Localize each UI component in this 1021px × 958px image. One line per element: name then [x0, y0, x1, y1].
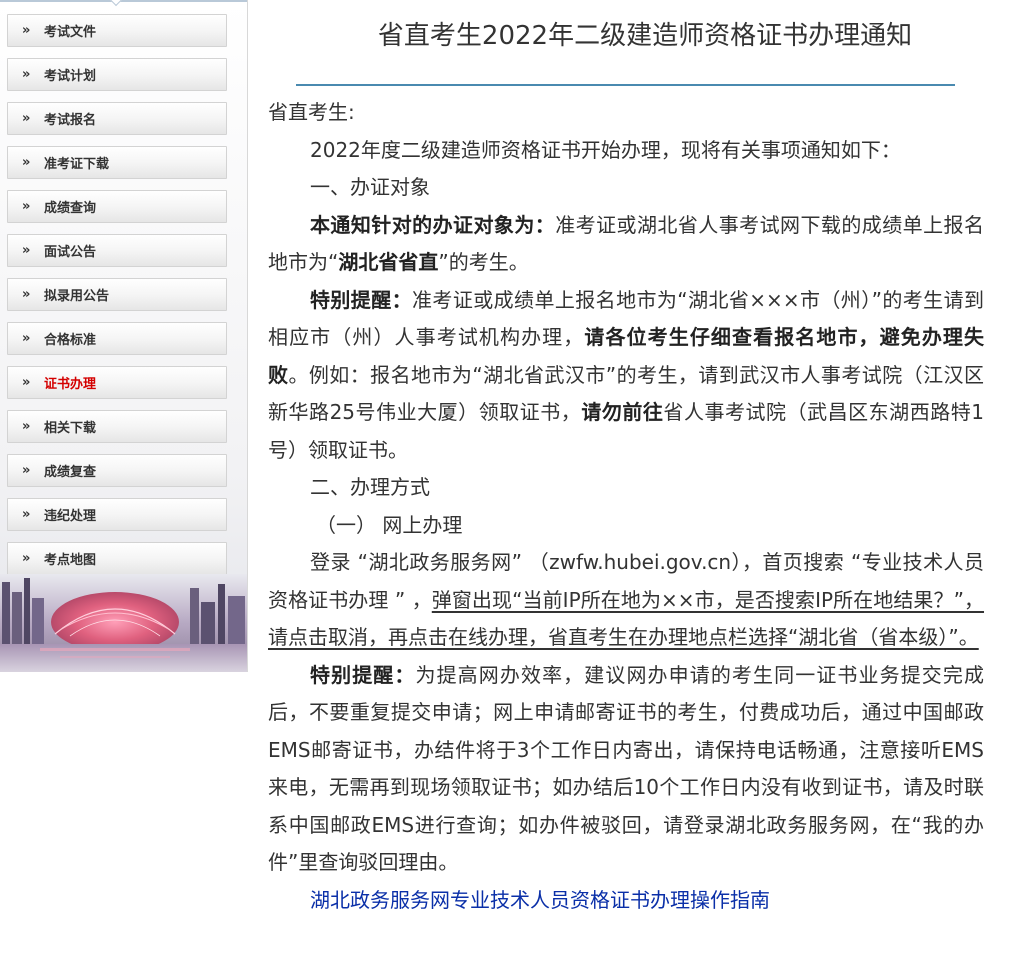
online-paragraph: 登录 “湖北政务服务网” （zwfw.hubei.gov.cn），首页搜索 “专…	[268, 544, 984, 657]
double-chevron-right-icon: »	[22, 111, 31, 126]
double-chevron-right-icon: »	[22, 419, 31, 434]
sidebar-item-label: 证书办理	[44, 377, 97, 392]
sidebar-item-9[interactable]: » 证书办理	[7, 366, 227, 399]
sidebar-notch	[109, 0, 123, 8]
bold-text: 本通知针对的办证对象为：	[310, 212, 556, 237]
double-chevron-right-icon: »	[22, 243, 31, 258]
double-chevron-right-icon: »	[22, 375, 31, 390]
bold-text: 湖北省省直	[338, 250, 439, 274]
sidebar-item-label: 考试计划	[44, 69, 97, 84]
sidebar-item-label: 面试公告	[44, 245, 97, 260]
sidebar-item-8[interactable]: » 合格标准	[7, 322, 227, 355]
greeting: 省直考生:	[268, 100, 355, 124]
sidebar-item-13[interactable]: » 考点地图	[7, 542, 227, 575]
sidebar-top-border	[0, 0, 247, 2]
sidebar-menu: » 考试文件 » 考试计划 » 考试报名 » 准考证下载 » 成绩查询 » 面试公告 » 拟录用公告 » 合格…	[7, 14, 227, 586]
sidebar-item-label: 拟录用公告	[44, 289, 110, 304]
sidebar-item-7[interactable]: » 拟录用公告	[7, 278, 227, 311]
section-heading-1: 一、办证对象	[310, 175, 430, 199]
sidebar-item-3[interactable]: » 考试报名	[7, 102, 227, 135]
sidebar-item-label: 考点地图	[44, 553, 97, 568]
sidebar-item-label: 成绩查询	[44, 201, 97, 216]
double-chevron-right-icon: »	[22, 331, 31, 346]
double-chevron-right-icon: »	[22, 463, 31, 478]
bold-text: 请勿前往	[581, 400, 664, 424]
guide-paragraph: 湖北政务服务网专业技术人员资格证书办理操作指南	[268, 882, 984, 920]
sidebar-item-11[interactable]: » 成绩复查	[7, 454, 227, 487]
target-paragraph: 本通知针对的办证对象为：准考证或湖北省人事考试网下载的成绩单上报名地市为“湖北省…	[268, 207, 984, 282]
title-divider	[296, 84, 955, 86]
reminder-paragraph-2: 特别提醒：为提高网办效率，建议网办申请的考生同一证书业务提交完成后，不要重复提交…	[268, 657, 984, 882]
page-title: 省直考生2022年二级建造师资格证书办理通知	[377, 21, 913, 51]
sidebar-item-5[interactable]: » 成绩查询	[7, 190, 227, 223]
double-chevron-right-icon: »	[22, 551, 31, 566]
section-heading-2: 二、办理方式	[310, 475, 430, 499]
bold-text: 特别提醒：	[310, 662, 416, 687]
sidebar-item-12[interactable]: » 违纪处理	[7, 498, 227, 531]
sidebar-item-4[interactable]: » 准考证下载	[7, 146, 227, 179]
intro-paragraph: 2022年度二级建造师资格证书开始办理，现将有关事项通知如下：	[310, 137, 901, 162]
sidebar-item-label: 成绩复查	[44, 465, 97, 480]
double-chevron-right-icon: »	[22, 67, 31, 82]
double-chevron-right-icon: »	[22, 23, 31, 38]
sidebar: » 考试文件 » 考试计划 » 考试报名 » 准考证下载 » 成绩查询 » 面试公告 » 拟录用公告 » 合格…	[0, 0, 248, 672]
sidebar-item-label: 合格标准	[44, 333, 97, 348]
operation-guide-link[interactable]: 湖北政务服务网专业技术人员资格证书办理操作指南	[310, 888, 770, 912]
bold-text: 特别提醒：	[310, 287, 413, 312]
double-chevron-right-icon: »	[22, 199, 31, 214]
paragraph-text: 为提高网办效率，建议网办申请的考生同一证书业务提交完成后，不要重复提交申请；网上…	[268, 662, 985, 875]
double-chevron-right-icon: »	[22, 287, 31, 302]
city-skyline-image	[0, 574, 247, 672]
double-chevron-right-icon: »	[22, 507, 31, 522]
double-chevron-right-icon: »	[22, 155, 31, 170]
sidebar-item-label: 相关下载	[44, 421, 97, 436]
sidebar-item-label: 准考证下载	[44, 157, 110, 172]
sidebar-item-label: 考试文件	[44, 25, 97, 40]
sidebar-item-6[interactable]: » 面试公告	[7, 234, 227, 267]
sidebar-item-1[interactable]: » 考试文件	[7, 14, 227, 47]
sidebar-item-10[interactable]: » 相关下载	[7, 410, 227, 443]
paragraph-text: ”的考生。	[438, 250, 529, 274]
reminder-paragraph-1: 特别提醒：准考证或成绩单上报名地市为“湖北省×××市（州）”的考生请到相应市（州…	[268, 282, 984, 470]
sidebar-item-label: 考试报名	[44, 113, 97, 128]
subsection-heading-1: （一） 网上办理	[316, 512, 463, 537]
sidebar-item-label: 违纪处理	[44, 509, 97, 524]
article-body: 省直考生: 2022年度二级建造师资格证书开始办理，现将有关事项通知如下： 一、…	[268, 94, 984, 919]
sidebar-item-2[interactable]: » 考试计划	[7, 58, 227, 91]
